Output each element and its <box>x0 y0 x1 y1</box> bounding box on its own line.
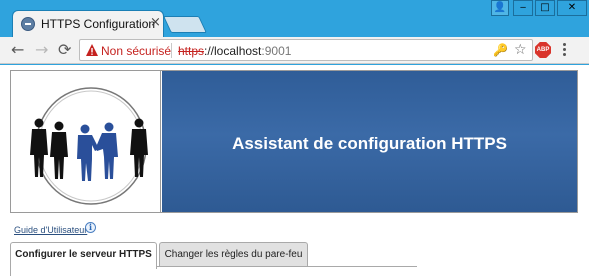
close-window-button[interactable]: ✕ <box>557 0 587 16</box>
reload-button[interactable]: ⟳ <box>58 41 71 59</box>
security-status[interactable]: Non sécurisé <box>101 44 171 58</box>
header-banner: Assistant de configuration HTTPS <box>10 70 578 213</box>
forward-button[interactable]: → <box>35 41 48 59</box>
url-text[interactable]: https://localhost:9001 <box>178 44 291 58</box>
tab-title: HTTPS Configuration <box>41 17 156 31</box>
url-scheme: https <box>178 44 205 58</box>
new-tab-button[interactable] <box>163 16 207 33</box>
info-icon[interactable]: i <box>85 222 96 233</box>
config-tabs: Configurer le serveur HTTPS Changer les … <box>10 242 578 276</box>
page-content: Assistant de configuration HTTPS Guide d… <box>0 65 589 276</box>
tab-panel-side <box>10 269 11 276</box>
business-people-logo <box>11 71 161 212</box>
tab-close-button[interactable]: × <box>150 15 161 30</box>
title-bar: HTTPS Configuration × 👤 ‒ □ ✕ <box>0 0 589 37</box>
business-people-icon <box>30 87 148 205</box>
maximize-button[interactable]: □ <box>535 0 555 16</box>
url-port: :9001 <box>261 44 292 58</box>
address-bar[interactable]: Non sécurisé https://localhost:9001 🔑 ☆ <box>79 39 533 61</box>
banner-title-area: Assistant de configuration HTTPS <box>162 71 577 212</box>
warning-icon[interactable] <box>85 43 99 57</box>
browser-toolbar: ← → ⟳ Non sécurisé https://localhost:900… <box>0 37 589 64</box>
tab-panel-border <box>157 266 417 267</box>
browser-tab[interactable]: HTTPS Configuration × <box>12 10 164 37</box>
menu-icon[interactable] <box>563 43 567 57</box>
key-icon[interactable]: 🔑 <box>493 43 508 57</box>
omnibox-divider <box>171 43 172 58</box>
adblock-icon[interactable]: ABP <box>535 42 551 58</box>
minimize-button[interactable]: ‒ <box>513 0 533 16</box>
tab-firewall-rules[interactable]: Changer les règles du pare-feu <box>159 242 308 267</box>
bookmark-star-icon[interactable]: ☆ <box>514 42 527 58</box>
tab-configure-https-server[interactable]: Configurer le serveur HTTPS <box>10 242 157 269</box>
user-guide-link[interactable]: Guide d'Utilisateur <box>14 225 87 235</box>
url-host: ://localhost <box>204 44 262 58</box>
back-button[interactable]: ← <box>11 41 24 59</box>
favicon-icon <box>21 17 35 31</box>
page-title: Assistant de configuration HTTPS <box>232 134 507 153</box>
profile-icon[interactable]: 👤 <box>491 0 509 16</box>
